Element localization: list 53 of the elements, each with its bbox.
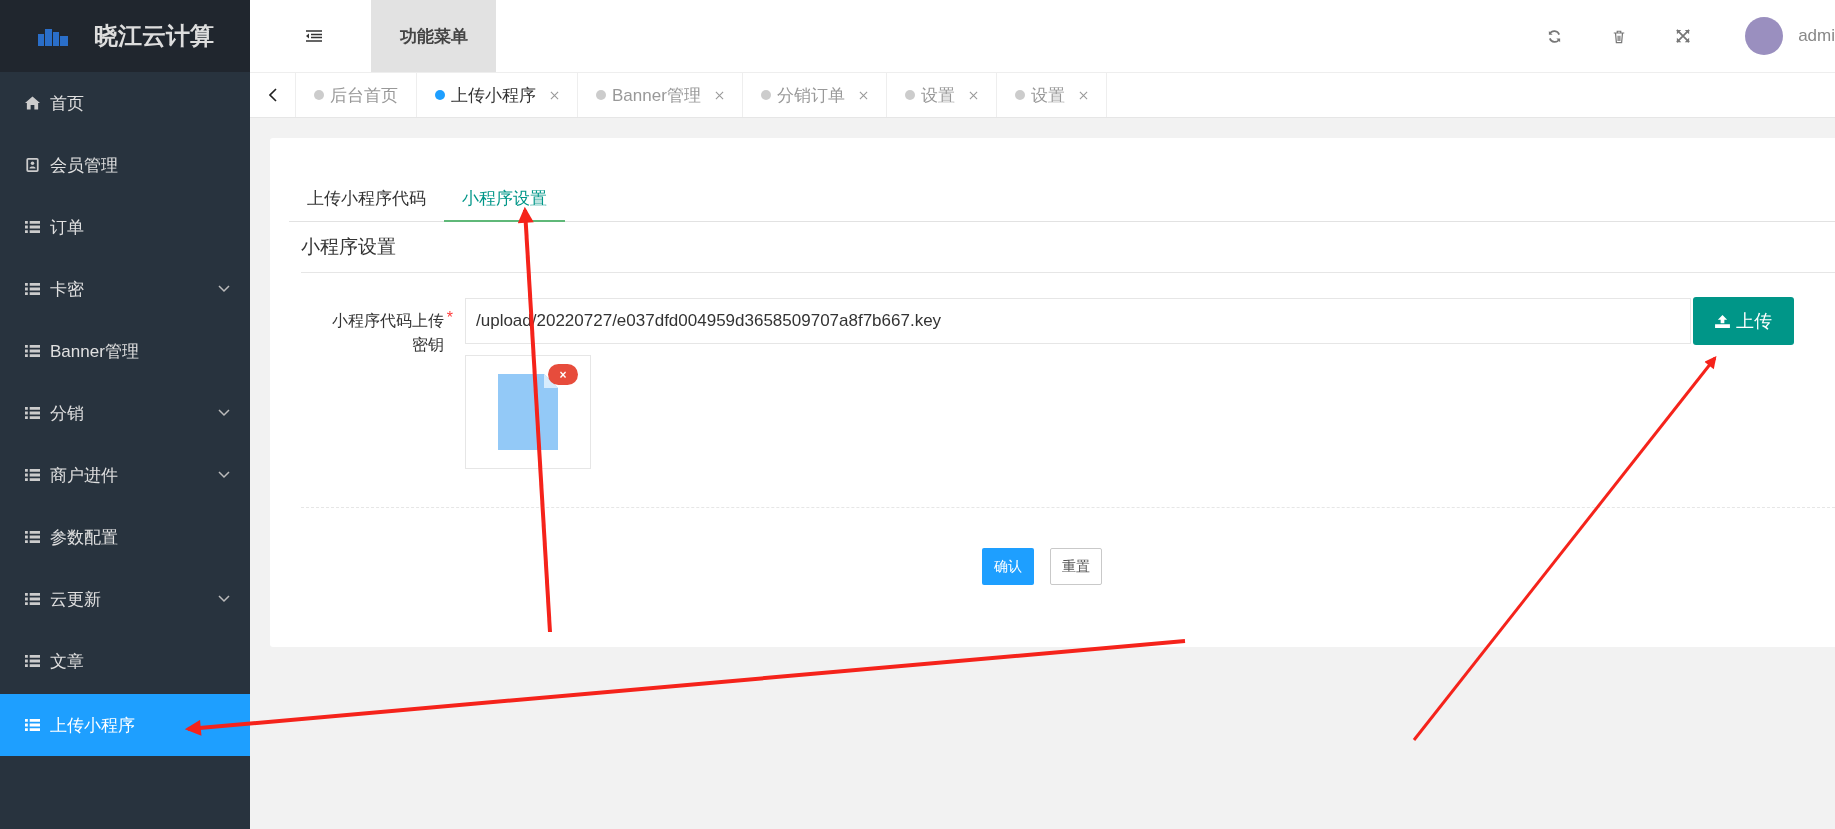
sidebar-item[interactable]: 订单 <box>0 196 250 258</box>
field-label: 小程序代码上传密钥 <box>330 311 444 355</box>
close-icon[interactable] <box>858 90 868 100</box>
list-icon <box>25 406 40 420</box>
brand-title: 晓江云计算 <box>94 21 214 51</box>
list-icon <box>25 530 40 544</box>
status-dot <box>904 90 915 100</box>
required-mark: * <box>446 309 453 328</box>
home-icon <box>25 96 40 110</box>
chevron-left-icon <box>268 88 277 102</box>
status-dot <box>596 90 606 100</box>
sidebar-item[interactable]: 云更新 <box>0 568 250 630</box>
status-dot <box>435 90 445 100</box>
list-icon <box>25 718 40 732</box>
status-dot <box>314 90 324 100</box>
sidebar-item[interactable]: 首页 <box>0 72 250 134</box>
status-dot <box>760 90 771 100</box>
refresh-icon[interactable] <box>1547 28 1563 44</box>
trash-icon[interactable] <box>1612 28 1627 44</box>
status-dot <box>1014 90 1025 100</box>
list-icon <box>25 654 40 668</box>
reset-button[interactable]: 重置 <box>1050 548 1102 585</box>
content-tab[interactable]: 上传小程序代码 <box>289 176 444 222</box>
user-name[interactable]: admi <box>1798 26 1835 46</box>
close-icon[interactable] <box>1078 90 1088 100</box>
sidebar-item[interactable]: 卡密 <box>0 258 250 320</box>
list-icon <box>25 282 40 296</box>
sidebar-item[interactable]: 参数配置 <box>0 506 250 568</box>
buildings-logo-icon <box>38 26 68 46</box>
function-menu-tab[interactable]: 功能菜单 <box>371 0 496 72</box>
sidebar-item[interactable]: Banner管理 <box>0 320 250 382</box>
sidebar-item[interactable]: 文章 <box>0 630 250 692</box>
close-icon[interactable] <box>550 90 559 100</box>
fullscreen-icon[interactable] <box>1676 29 1691 43</box>
close-icon[interactable] <box>968 90 978 100</box>
list-icon <box>25 592 40 606</box>
remove-badge[interactable]: × <box>548 364 578 385</box>
section-title: 小程序设置 <box>301 222 1835 273</box>
list-icon <box>25 344 40 358</box>
menu-icon[interactable] <box>306 30 322 42</box>
list-icon <box>25 220 40 234</box>
file-icon <box>498 374 558 450</box>
sidebar-item[interactable]: 商户进件 <box>0 444 250 506</box>
upload-button[interactable]: 上传 <box>1693 297 1794 345</box>
avatar[interactable] <box>1745 17 1784 55</box>
upload-icon <box>1715 314 1730 328</box>
close-icon[interactable] <box>714 90 724 100</box>
content-tab[interactable]: 小程序设置 <box>444 176 565 222</box>
sidebar-item[interactable]: 会员管理 <box>0 134 250 196</box>
sidebar-item[interactable]: 分销 <box>0 382 250 444</box>
page-tab[interactable]: 上传小程序 <box>417 73 578 117</box>
contact-card-icon <box>25 158 40 172</box>
list-icon <box>25 468 40 482</box>
